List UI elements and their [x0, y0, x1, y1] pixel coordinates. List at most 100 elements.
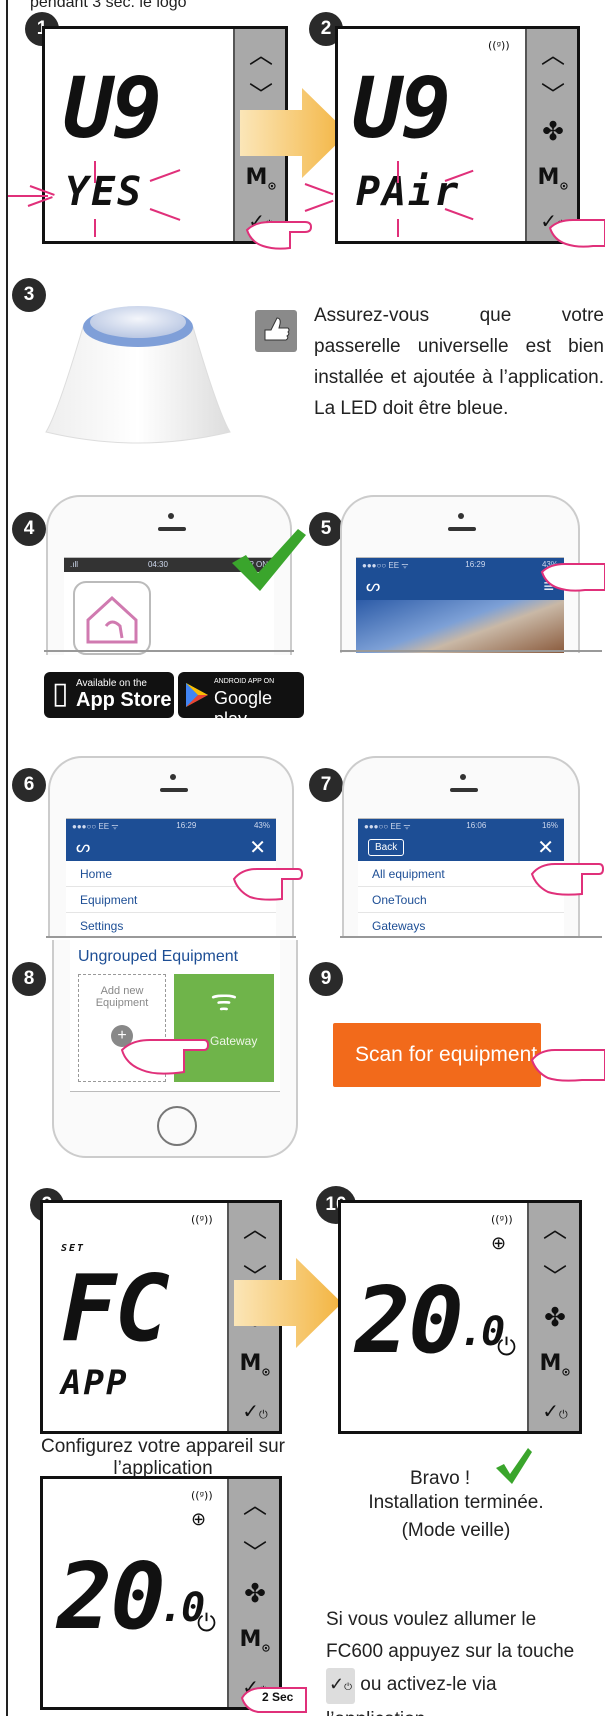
fan-icon[interactable]: ✤ — [529, 1303, 581, 1333]
chevron-up-icon[interactable]: ︿ — [229, 1485, 281, 1520]
salus-logo-icon: ᔕ — [76, 839, 91, 856]
gateway-device-image — [45, 306, 231, 444]
mode-button[interactable]: M⊙ — [229, 1351, 281, 1378]
status-bar: ●●●○○ EE ᯤ 16:29 43% — [356, 558, 564, 572]
play-triangle-icon — [186, 683, 208, 707]
google-play-badge[interactable]: ANDROID APP ON Google play — [178, 672, 304, 729]
step-badge-9: 9 — [309, 962, 343, 996]
blink-ray — [94, 161, 96, 183]
chevron-up-icon[interactable]: ︿ — [229, 1209, 281, 1244]
configure-caption: Configurez votre appareil sur l’applicat… — [41, 1436, 285, 1479]
app-store-badge[interactable]: ▯ Available on the App Store — [44, 672, 174, 718]
salus-logo-icon: ᔕ — [366, 578, 381, 595]
step-badge-7: 7 — [309, 768, 343, 802]
display-sub-text: APP — [61, 1363, 129, 1403]
back-button[interactable]: Back — [368, 838, 405, 856]
thermostat-button-strip: ︿ ﹀ ✤ M⊙ ✓⏻ — [227, 1479, 279, 1707]
menu-item-gateways[interactable]: Gateways — [358, 913, 564, 936]
wireless-signal-icon: ((ᵍ)) — [191, 1489, 213, 1502]
gateway-instruction-text: Assurez-vous que votre passerelle univer… — [314, 305, 604, 419]
ungrouped-equipment-title: Ungrouped Equipment — [78, 948, 239, 965]
chevron-up-icon[interactable]: ︿ — [529, 1209, 581, 1244]
add-new-label: Add new — [100, 985, 144, 997]
blink-ray — [304, 183, 334, 196]
mode-button[interactable]: M⊙ — [529, 1351, 581, 1378]
check-power-icon[interactable]: ✓⏻ — [529, 1399, 581, 1423]
thermostat-final: ((ᵍ)) ⊕ 20 .0 ⏻ ︿ ﹀ ✤ M⊙ ✓⏻ — [40, 1476, 282, 1710]
status-carrier: .ıll — [70, 560, 78, 569]
install-done-text: Installation terminée. — [368, 1492, 544, 1513]
display-main-text: U9 — [352, 59, 451, 157]
mode-button[interactable]: M⊙ — [229, 1627, 281, 1654]
pointing-hand-icon — [530, 863, 605, 896]
phone-camera — [170, 774, 176, 780]
fan-icon[interactable]: ✤ — [527, 117, 579, 147]
app-store-small-text: Available on the — [76, 678, 147, 689]
intro-note: pendant 3 sec. le logo — [30, 0, 187, 11]
blink-ray — [397, 219, 399, 237]
thermostat-step-10: ((ᵍ)) ⊕ 20 .0 ⏻ ︿ ﹀ ✤ M⊙ ✓⏻ — [338, 1200, 582, 1434]
pointing-hand-icon — [120, 1039, 210, 1075]
thumbs-up-icon — [255, 310, 297, 352]
pointing-hand-icon — [540, 563, 605, 592]
phone-cut-line — [46, 936, 296, 938]
status-carrier: ●●●○○ EE ᯤ — [362, 561, 409, 570]
app-header: ᔕ ≡ — [356, 572, 564, 600]
pointing-hand-icon — [232, 868, 304, 901]
menu-item-settings[interactable]: Settings — [66, 913, 276, 936]
chevron-down-icon[interactable]: ﹀ — [529, 1257, 581, 1292]
status-carrier: ●●●○○ EE ᯤ — [364, 822, 411, 831]
mode-button[interactable]: M⊙ — [527, 165, 579, 192]
step-badge-5: 5 — [309, 512, 343, 546]
phone-cut-line — [44, 650, 294, 652]
phone-speaker — [158, 527, 186, 531]
green-check-icon — [232, 529, 306, 591]
fan-icon[interactable]: ✤ — [229, 1579, 281, 1609]
pointing-hand-icon — [245, 221, 313, 250]
blink-ray — [8, 195, 48, 197]
phone-screen: ●●●○○ EE ᯤ 16:29 43% ᔕ ≡ — [356, 557, 564, 653]
power-icon: ⏻ — [497, 1333, 516, 1361]
final-instruction-text: Si vous voulez allumer le FC600 appuyez … — [326, 1604, 596, 1716]
phone-camera — [458, 513, 464, 519]
chevron-up-icon[interactable]: ︿ — [527, 35, 579, 70]
arrow-right-icon — [240, 88, 348, 178]
phone-cut-line — [340, 936, 602, 938]
chevron-up-icon[interactable]: ︿ — [235, 35, 287, 70]
blink-ray — [94, 219, 96, 237]
hold-duration-label: 2 Sec — [262, 1690, 294, 1704]
thermostat-display: ((ᵍ)) ⊕ 20 .0 ⏻ — [43, 1479, 227, 1707]
display-main-text: U9 — [63, 59, 162, 157]
phone-step-6: ●●●○○ EE ᯤ 16:29 43% ᔕ ✕ Home Equipment … — [48, 756, 294, 936]
status-carrier: ●●●○○ EE ᯤ — [72, 822, 119, 831]
temperature-value: 20 — [355, 1267, 464, 1374]
status-time: 04:30 — [147, 560, 168, 569]
status-battery: 16% — [541, 821, 558, 830]
phone-camera — [460, 774, 466, 780]
equipment-label: Equipment — [95, 997, 149, 1009]
chevron-down-icon[interactable]: ﹀ — [527, 75, 579, 110]
bravo-text: Bravo ! — [410, 1468, 471, 1489]
phone-speaker — [450, 788, 478, 792]
left-border — [6, 0, 8, 1716]
smart-home-app-icon[interactable] — [72, 580, 152, 655]
wireless-signal-icon: ((ᵍ)) — [491, 1213, 513, 1226]
phone-speaker — [160, 788, 188, 792]
wireless-signal-icon: ((ᵍ)) — [488, 39, 510, 52]
wireless-signal-icon: ((ᵍ)) — [191, 1213, 213, 1226]
check-power-icon[interactable]: ✓⏻ — [229, 1399, 281, 1423]
chevron-down-icon[interactable]: ﹀ — [229, 1533, 281, 1568]
status-bar: ●●●○○ EE ᯤ 16:06 16% — [358, 819, 564, 833]
step-badge-6: 6 — [12, 768, 46, 802]
app-store-text: App Store — [76, 689, 172, 711]
phone-speaker — [448, 527, 476, 531]
gateway-label: Gateway — [210, 1034, 258, 1048]
scan-for-equipment-button[interactable]: Scan for equipment — [333, 1023, 541, 1087]
status-time: 16:29 — [465, 560, 486, 569]
status-battery: 43% — [253, 821, 270, 830]
display-main-text: FC — [61, 1255, 170, 1362]
thermostat-display: ((ᵍ)) U9 PAir — [338, 29, 525, 241]
thermostat-display: ((ᵍ)) SET FC APP — [43, 1203, 227, 1431]
display-sub-text: YES — [65, 169, 144, 215]
pointing-hand-icon — [530, 1049, 605, 1082]
